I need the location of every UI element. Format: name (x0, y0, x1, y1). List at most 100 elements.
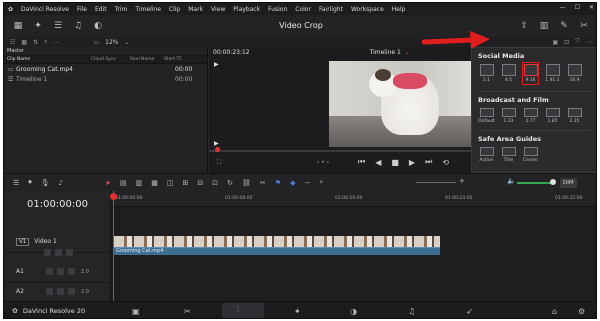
color-page-icon[interactable]: ◑ (350, 307, 357, 316)
more-options-icon[interactable]: ⋯ (586, 39, 592, 46)
link-icon[interactable]: ⛓ (242, 179, 251, 187)
auto-select-icon[interactable] (55, 249, 62, 256)
menu-fusion[interactable]: Fusion (268, 6, 287, 13)
col-reel-name[interactable]: Reel Name (130, 57, 164, 62)
option-1-1[interactable]: 1:1 (478, 64, 495, 85)
track-header-a2[interactable]: A2 2.0 (4, 281, 111, 303)
lock-icon[interactable] (44, 249, 51, 256)
menu-file[interactable]: File (77, 6, 87, 13)
option-1-33[interactable]: 1.33 (500, 108, 517, 124)
volume-slider[interactable] (517, 182, 553, 184)
edit-page-tab[interactable]: ⫶ (222, 303, 264, 318)
solo-icon[interactable] (57, 268, 64, 275)
append-icon[interactable]: ⊞ (183, 179, 189, 187)
menu-mark[interactable]: Mark (188, 6, 203, 13)
menu-timeline[interactable]: Timeline (135, 6, 161, 13)
option-1-77[interactable]: 1.77 (522, 108, 539, 124)
option-4-5[interactable]: 4:5 (500, 64, 517, 85)
fairlight-page-icon[interactable]: ♫ (408, 307, 415, 316)
fusion-page-icon[interactable]: ✦ (294, 307, 301, 316)
option-default[interactable]: Default (478, 108, 495, 124)
option-title[interactable]: Title (500, 147, 517, 163)
close-icon[interactable]: ✕ (589, 4, 594, 11)
viewer-layout-icon[interactable]: ▭ (93, 39, 99, 46)
playhead-handle[interactable] (110, 193, 117, 200)
list-item[interactable]: ▭ Grooming Cat.mp4 00:00 (4, 64, 207, 74)
list-item[interactable]: ☲ Timeline 1 00:00 (4, 74, 207, 84)
insert-clip-icon[interactable]: ▤ (120, 179, 127, 187)
jog-icon[interactable]: ‹ • › (317, 159, 329, 166)
viewer-playhead[interactable] (215, 147, 220, 152)
zoom-level[interactable]: 12% (105, 39, 118, 46)
menu-clip[interactable]: Clip (169, 6, 180, 13)
search-icon[interactable]: ⌕ (44, 38, 47, 46)
solo-icon[interactable] (57, 288, 64, 295)
grid-view-icon[interactable]: ▦ (21, 39, 27, 46)
video-frame[interactable] (329, 61, 487, 147)
speaker-icon[interactable]: ♪ (59, 179, 63, 187)
menu-playback[interactable]: Playback (233, 6, 260, 13)
chevron-down-icon[interactable]: ⌄ (405, 49, 410, 56)
export-icon[interactable]: ⇧ (518, 20, 530, 32)
loop-icon[interactable]: ⟲ (442, 158, 449, 167)
timeline-ruler[interactable]: 01:00:00:00 01:00:08:00 01:00:16:00 01:0… (111, 191, 596, 207)
timeline-playhead[interactable] (113, 191, 114, 301)
inspector-icon[interactable]: ✂ (578, 20, 590, 32)
menu-color[interactable]: Color (295, 6, 311, 13)
menu-fairlight[interactable]: Fairlight (319, 6, 343, 13)
crop-icon[interactable]: ⊡ (564, 39, 569, 46)
chevron-down-icon[interactable]: ⌄ (124, 39, 129, 46)
settings-icon[interactable]: ⚙ (578, 307, 585, 316)
minimize-icon[interactable]: — (560, 4, 566, 11)
option-center[interactable]: Center (522, 147, 539, 163)
transform-icon[interactable]: ⤧ (575, 38, 580, 46)
option-action[interactable]: Action (478, 147, 495, 163)
option-2-35[interactable]: 2.35 (566, 108, 583, 124)
mixer-icon[interactable]: ▥ (538, 20, 550, 32)
menu-view[interactable]: View (211, 6, 225, 13)
home-icon[interactable]: ⌂ (552, 307, 557, 316)
lock-icon[interactable] (46, 288, 53, 295)
options-icon[interactable]: ⋯ (53, 39, 59, 46)
eye-icon[interactable] (66, 249, 73, 256)
menu-help[interactable]: Help (392, 6, 406, 13)
cut-page-icon[interactable]: ✂ (184, 307, 191, 316)
media-page-icon[interactable]: ▣ (132, 307, 140, 316)
volume-slider-knob[interactable] (550, 179, 556, 185)
retime-icon[interactable]: ↻ (227, 179, 233, 187)
effects-icon[interactable]: ✦ (32, 20, 44, 32)
track-header-a1[interactable]: A1 2.0 (4, 261, 111, 283)
flag-icon[interactable]: ⚑ (275, 179, 281, 187)
safe-area-icon[interactable]: ▣ (552, 39, 558, 46)
volume-icon[interactable]: 🔈 (507, 177, 516, 185)
media-pool-icon[interactable]: ▦ (12, 20, 24, 32)
option-16-9[interactable]: 16:9 (566, 64, 583, 85)
option-9-16[interactable]: 9:16 (522, 62, 539, 85)
menu-edit[interactable]: Edit (95, 6, 107, 13)
maximize-icon[interactable]: ☐ (575, 4, 580, 11)
reverse-icon[interactable]: ◀ (375, 158, 381, 167)
zoom-in-icon[interactable]: + (459, 177, 465, 185)
skip-back-icon[interactable]: ⏮ (358, 157, 365, 167)
sort-icon[interactable]: ⇅ (33, 39, 38, 46)
fit-fill-icon[interactable]: ◫ (167, 179, 174, 187)
menu-trim[interactable]: Trim (115, 6, 128, 13)
overwrite-clip-icon[interactable]: ▥ (136, 179, 143, 187)
col-start-tc[interactable]: Start TC (164, 57, 204, 62)
play-icon[interactable]: ▶ (409, 158, 415, 167)
col-cloud-sync[interactable]: Cloud Sync (91, 57, 130, 62)
list-view-icon[interactable]: ☷ (10, 39, 15, 46)
sound-library-icon[interactable]: ♫ (72, 20, 84, 32)
menu-workspace[interactable]: Workspace (351, 6, 384, 13)
deliver-page-icon[interactable]: ➶ (466, 307, 473, 316)
col-clip-name[interactable]: Clip Name (4, 57, 91, 62)
audio-track-icon[interactable]: ⏺ (28, 178, 32, 187)
selection-tool-icon[interactable]: ➤ (105, 179, 111, 187)
marker-icon[interactable]: ◆ (290, 179, 295, 187)
razor-icon[interactable]: ✂ (260, 179, 266, 187)
mic-icon[interactable]: 🎙 (41, 179, 50, 187)
option-1-85[interactable]: 1.85 (544, 108, 561, 124)
option-1-91-1[interactable]: 1.91:1 (544, 64, 561, 85)
viewer-tools-icon[interactable]: ⛶ (217, 159, 221, 167)
zoom-tool-icon[interactable]: ⌕ (319, 178, 323, 187)
